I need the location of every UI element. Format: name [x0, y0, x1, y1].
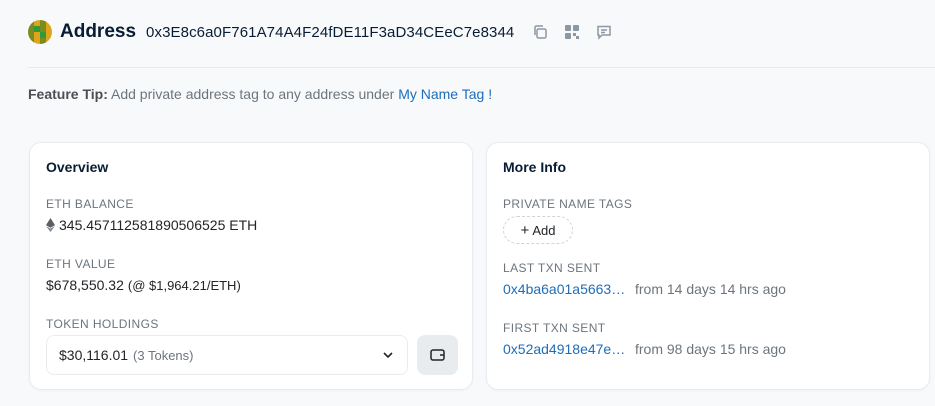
address-hash: 0x3E8c6a0F761A74A4F24fDE11F3aD34CEeC7e83…	[146, 23, 515, 41]
plus-icon: +	[520, 221, 530, 239]
wallet-icon	[430, 348, 445, 362]
feature-tip-text: Add private address tag to any address u…	[111, 86, 395, 102]
qr-code-icon[interactable]	[564, 24, 580, 40]
wallet-button[interactable]	[417, 335, 458, 375]
overview-card: Overview ETH BALANCE 345.457112581890506…	[29, 142, 473, 390]
token-holdings-label: TOKEN HOLDINGS	[46, 317, 159, 331]
eth-value-label: ETH VALUE	[46, 257, 116, 271]
overview-title: Overview	[46, 159, 109, 175]
eth-balance-text: 345.457112581890506525 ETH	[59, 217, 258, 233]
ethereum-icon	[46, 218, 55, 232]
feature-tip-suffix: !	[488, 86, 493, 102]
eth-balance-label: ETH BALANCE	[46, 197, 134, 211]
last-txn-sent-label: LAST TXN SENT	[503, 261, 601, 275]
last-txn-hash-link[interactable]: 0x4ba6a01a5663…	[503, 281, 626, 297]
add-label: Add	[532, 222, 556, 238]
last-txn-sent: 0x4ba6a01a5663… from 14 days 14 hrs ago	[503, 281, 786, 297]
last-txn-ago: from 14 days 14 hrs ago	[635, 281, 786, 297]
page-title: Address	[60, 21, 137, 42]
header-divider	[28, 67, 935, 68]
feature-tip: Feature Tip: Add private address tag to …	[28, 86, 492, 102]
eth-balance-value: 345.457112581890506525 ETH	[46, 217, 257, 233]
eth-price: (@ $1,964.21/ETH)	[127, 277, 241, 293]
address-avatar	[28, 20, 52, 44]
my-name-tag-link[interactable]: My Name Tag	[398, 86, 484, 102]
copy-icon[interactable]	[532, 24, 548, 40]
feature-tip-label: Feature Tip:	[28, 86, 108, 102]
first-txn-sent: 0x52ad4918e47e… from 98 days 15 hrs ago	[503, 341, 786, 357]
private-name-tags-label: PRIVATE NAME TAGS	[503, 197, 633, 211]
eth-value: $678,550.32 (@ $1,964.21/ETH)	[46, 277, 241, 293]
more-info-title: More Info	[503, 159, 566, 175]
first-txn-hash-link[interactable]: 0x52ad4918e47e…	[503, 341, 626, 357]
eth-value-text: $678,550.32	[46, 277, 124, 293]
address-header: Address 0x3E8c6a0F761A74A4F24fDE11F3aD34…	[28, 18, 612, 46]
add-name-tag-button[interactable]: + Add	[503, 216, 573, 244]
first-txn-sent-label: FIRST TXN SENT	[503, 321, 606, 335]
comment-icon[interactable]	[596, 24, 612, 40]
token-count: (3 Tokens)	[133, 347, 194, 363]
token-amount: $30,116.01	[59, 347, 129, 363]
more-info-card: More Info PRIVATE NAME TAGS + Add LAST T…	[486, 142, 930, 390]
first-txn-ago: from 98 days 15 hrs ago	[635, 341, 786, 357]
token-holdings-dropdown[interactable]: $30,116.01 (3 Tokens)	[46, 335, 408, 375]
chevron-down-icon	[381, 348, 395, 362]
